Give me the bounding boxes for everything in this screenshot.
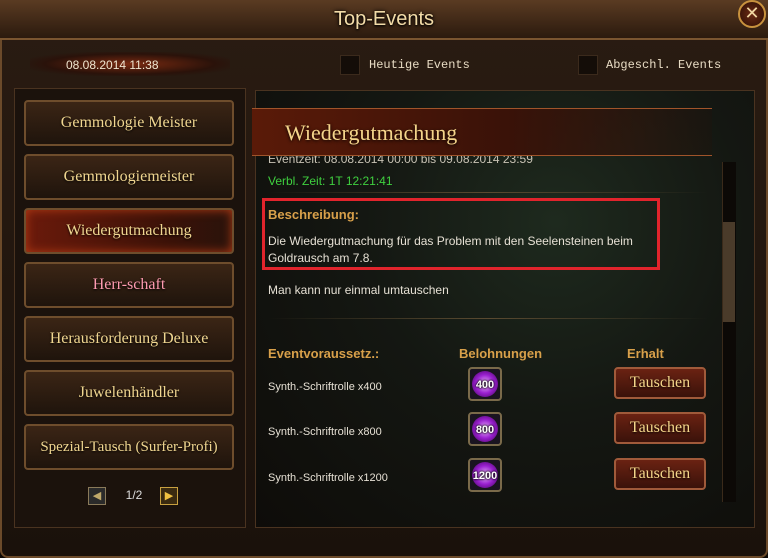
column-receive: Erhalt (627, 346, 664, 361)
scrollbar-thumb[interactable] (723, 222, 735, 322)
event-title: Wiedergutmachung (285, 120, 458, 145)
exchange-button[interactable]: Tauschen (614, 367, 706, 399)
requirement-row-3: Synth.-Schriftrolle x1200 (268, 472, 388, 484)
exchange-note: Man kann nur einmal umtauschen (268, 283, 449, 297)
checkbox-today-events-label: Heutige Events (369, 58, 470, 72)
page-indicator: 1/2 (125, 488, 143, 502)
description-header: Beschreibung: (268, 207, 360, 222)
column-rewards: Belohnungen (459, 346, 543, 361)
requirement-row-2: Synth.-Schriftrolle x800 (268, 426, 382, 438)
requirement-row-1: Synth.-Schriftrolle x400 (268, 381, 382, 393)
scrollbar-track[interactable] (722, 162, 736, 502)
remaining-time: Verbl. Zeit: 1T 12:21:41 (268, 174, 393, 188)
divider (268, 318, 708, 319)
sidebar-item-herausforderung-deluxe[interactable]: Herausforderung Deluxe (24, 316, 234, 362)
close-icon: ✕ (744, 3, 760, 24)
prev-page-button[interactable]: ◀ (88, 487, 106, 505)
checkbox-today-events[interactable] (340, 55, 360, 75)
reward-icon: 800 (468, 412, 502, 446)
reward-count: 800 (475, 424, 495, 436)
exchange-button[interactable]: Tauschen (614, 458, 706, 490)
sidebar-item-gemmologie-meister[interactable]: Gemmologie Meister (24, 100, 234, 146)
sidebar-item-wiedergutmachung[interactable]: Wiedergutmachung (24, 208, 234, 254)
close-button[interactable]: ✕ (738, 0, 766, 28)
description-text: Die Wiedergutmachung für das Problem mit… (268, 234, 633, 265)
sidebar-item-spezial-tausch[interactable]: Spezial-Tausch (Surfer-Profi) (24, 424, 234, 470)
reward-count: 1200 (472, 470, 498, 482)
column-requirements: Eventvoraussetz.: (268, 346, 380, 361)
sidebar-item-gemmologiemeister[interactable]: Gemmologiemeister (24, 154, 234, 200)
checkbox-completed-events[interactable] (578, 55, 598, 75)
divider (268, 192, 708, 193)
sidebar-item-juwelenhaendler[interactable]: Juwelenhändler (24, 370, 234, 416)
chevron-left-icon: ◀ (92, 490, 102, 502)
event-time: Eventzeit: 08.08.2014 00:00 bis 09.08.20… (268, 156, 533, 166)
pager: ◀ 1/2 ▶ (88, 487, 180, 507)
current-date: 08.08.2014 11:38 (66, 58, 159, 72)
window-title: Top-Events (333, 8, 435, 30)
next-page-button[interactable]: ▶ (160, 487, 178, 505)
checkbox-completed-events-label: Abgeschl. Events (606, 58, 722, 72)
chevron-right-icon: ▶ (164, 490, 174, 502)
reward-count: 400 (475, 379, 495, 391)
reward-icon: 1200 (468, 458, 502, 492)
reward-icon: 400 (468, 367, 502, 401)
exchange-button[interactable]: Tauschen (614, 412, 706, 444)
sidebar-item-herrschaft[interactable]: Herr-schaft (24, 262, 234, 308)
